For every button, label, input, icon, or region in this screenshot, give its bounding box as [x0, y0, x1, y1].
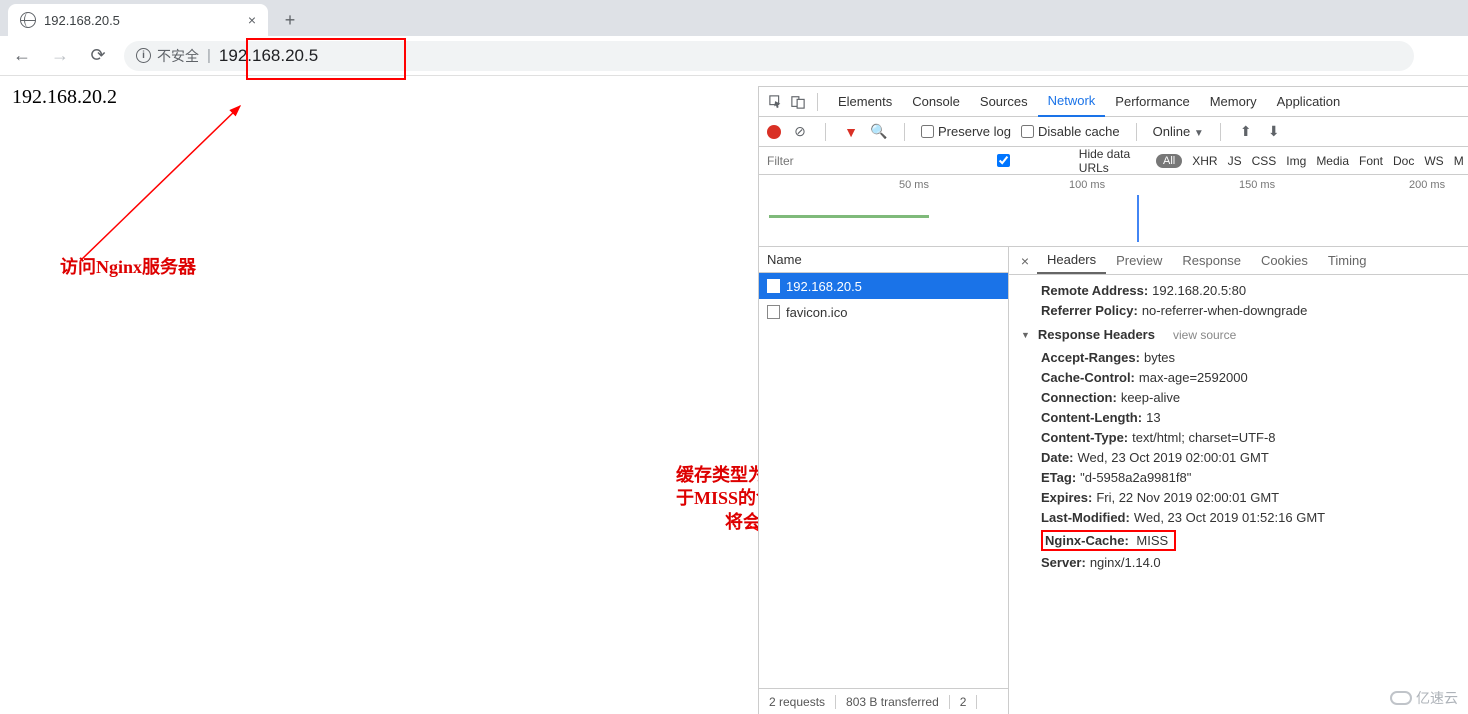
- response-headers-section[interactable]: Response Headersview source: [1021, 321, 1456, 348]
- header-line: Nginx-Cache: MISS: [1021, 528, 1456, 553]
- security-status[interactable]: i 不安全: [136, 46, 199, 66]
- clear-button[interactable]: ⊘: [791, 123, 809, 141]
- header-line: Content-Type:text/html; charset=UTF-8: [1021, 428, 1456, 448]
- filter-type-media[interactable]: Media: [1316, 154, 1349, 168]
- header-line: Connection:keep-alive: [1021, 388, 1456, 408]
- detail-tab-timing[interactable]: Timing: [1318, 247, 1377, 274]
- upload-har-icon[interactable]: ⬆: [1237, 123, 1255, 141]
- request-list: Name 192.168.20.5 favicon.ico 2 requests…: [759, 247, 1009, 714]
- tab-title: 192.168.20.5: [44, 13, 120, 28]
- request-footer: 2 requests 803 B transferred 2: [759, 688, 1008, 714]
- header-line: Last-Modified:Wed, 23 Oct 2019 01:52:16 …: [1021, 508, 1456, 528]
- view-source-link[interactable]: view source: [1173, 328, 1236, 342]
- disable-cache-checkbox[interactable]: Disable cache: [1021, 124, 1120, 139]
- devtools-panel: ElementsConsoleSourcesNetworkPerformance…: [758, 86, 1468, 714]
- detail-tab-cookies[interactable]: Cookies: [1251, 247, 1318, 274]
- header-line: Cache-Control:max-age=2592000: [1021, 368, 1456, 388]
- request-row[interactable]: 192.168.20.5: [759, 273, 1008, 299]
- devtools-tab-elements[interactable]: Elements: [828, 87, 902, 117]
- header-line: Server:nginx/1.14.0: [1021, 553, 1456, 573]
- address-bar: ← → ⟳ i 不安全 | 192.168.20.5: [0, 36, 1468, 76]
- filter-type-xhr[interactable]: XHR: [1192, 154, 1217, 168]
- document-icon: [767, 305, 780, 319]
- header-line: ETag:"d-5958a2a9981f8": [1021, 468, 1456, 488]
- close-detail-icon[interactable]: ×: [1015, 253, 1035, 269]
- filter-type-font[interactable]: Font: [1359, 154, 1383, 168]
- filter-toggle-icon[interactable]: ▼: [842, 123, 860, 141]
- request-row[interactable]: favicon.ico: [759, 299, 1008, 325]
- filter-type-css[interactable]: CSS: [1252, 154, 1277, 168]
- reload-button[interactable]: ⟳: [86, 44, 110, 68]
- new-tab-button[interactable]: +: [276, 6, 304, 34]
- omnibox[interactable]: i 不安全 | 192.168.20.5: [124, 41, 1414, 71]
- devtools-tab-application[interactable]: Application: [1267, 87, 1351, 117]
- record-button[interactable]: [767, 125, 781, 139]
- detail-tab-response[interactable]: Response: [1172, 247, 1251, 274]
- devtools-tab-sources[interactable]: Sources: [970, 87, 1038, 117]
- header-line: Referrer Policy:no-referrer-when-downgra…: [1021, 301, 1456, 321]
- devtools-tabs: ElementsConsoleSourcesNetworkPerformance…: [759, 87, 1468, 117]
- document-icon: [767, 279, 780, 293]
- watermark: 亿速云: [1390, 688, 1458, 708]
- detail-tabs: × HeadersPreviewResponseCookiesTiming: [1009, 247, 1468, 275]
- detail-tab-headers[interactable]: Headers: [1037, 247, 1106, 274]
- filter-type-js[interactable]: JS: [1228, 154, 1242, 168]
- back-button[interactable]: ←: [10, 44, 34, 68]
- search-icon[interactable]: 🔍: [870, 123, 888, 141]
- close-tab-icon[interactable]: ×: [248, 12, 256, 28]
- filter-type-all[interactable]: All: [1156, 154, 1182, 168]
- device-toggle-icon[interactable]: [789, 93, 807, 111]
- filter-type-m[interactable]: M: [1454, 154, 1464, 168]
- network-toolbar: ⊘ ▼ 🔍 Preserve log Disable cache Online …: [759, 117, 1468, 147]
- request-detail: × HeadersPreviewResponseCookiesTiming Re…: [1009, 247, 1468, 714]
- preserve-log-checkbox[interactable]: Preserve log: [921, 124, 1011, 139]
- filter-type-img[interactable]: Img: [1286, 154, 1306, 168]
- header-line: Date:Wed, 23 Oct 2019 02:00:01 GMT: [1021, 448, 1456, 468]
- separator: |: [207, 47, 211, 64]
- devtools-tab-network[interactable]: Network: [1038, 87, 1106, 117]
- header-line: Remote Address:192.168.20.5:80: [1021, 281, 1456, 301]
- header-line: Accept-Ranges:bytes: [1021, 348, 1456, 368]
- forward-button[interactable]: →: [48, 44, 72, 68]
- detail-tab-preview[interactable]: Preview: [1106, 247, 1172, 274]
- annotation-1: 访问Nginx服务器: [60, 256, 196, 279]
- cloud-icon: [1390, 691, 1412, 705]
- devtools-tab-console[interactable]: Console: [902, 87, 970, 117]
- download-har-icon[interactable]: ⬇: [1265, 123, 1283, 141]
- request-list-header[interactable]: Name: [759, 247, 1008, 273]
- browser-tab[interactable]: 192.168.20.5 ×: [8, 4, 268, 36]
- filter-type-ws[interactable]: WS: [1424, 154, 1443, 168]
- header-line: Expires:Fri, 22 Nov 2019 02:00:01 GMT: [1021, 488, 1456, 508]
- devtools-tab-memory[interactable]: Memory: [1200, 87, 1267, 117]
- throttle-select[interactable]: Online ▼: [1153, 124, 1204, 139]
- filter-input[interactable]: [767, 154, 922, 168]
- url-text: 192.168.20.5: [219, 46, 318, 66]
- hide-data-urls-checkbox[interactable]: Hide data URLs: [932, 147, 1146, 175]
- filter-type-doc[interactable]: Doc: [1393, 154, 1414, 168]
- browser-tab-bar: 192.168.20.5 × +: [0, 0, 1468, 36]
- header-line: Content-Length:13: [1021, 408, 1456, 428]
- info-icon: i: [136, 48, 151, 63]
- waterfall-overview[interactable]: 50 ms 100 ms 150 ms 200 ms: [759, 175, 1468, 247]
- filter-bar: Hide data URLs All XHR JS CSS Img Media Font Do…: [759, 147, 1468, 175]
- inspect-icon[interactable]: [767, 93, 785, 111]
- devtools-tab-performance[interactable]: Performance: [1105, 87, 1199, 117]
- globe-icon: [20, 12, 36, 28]
